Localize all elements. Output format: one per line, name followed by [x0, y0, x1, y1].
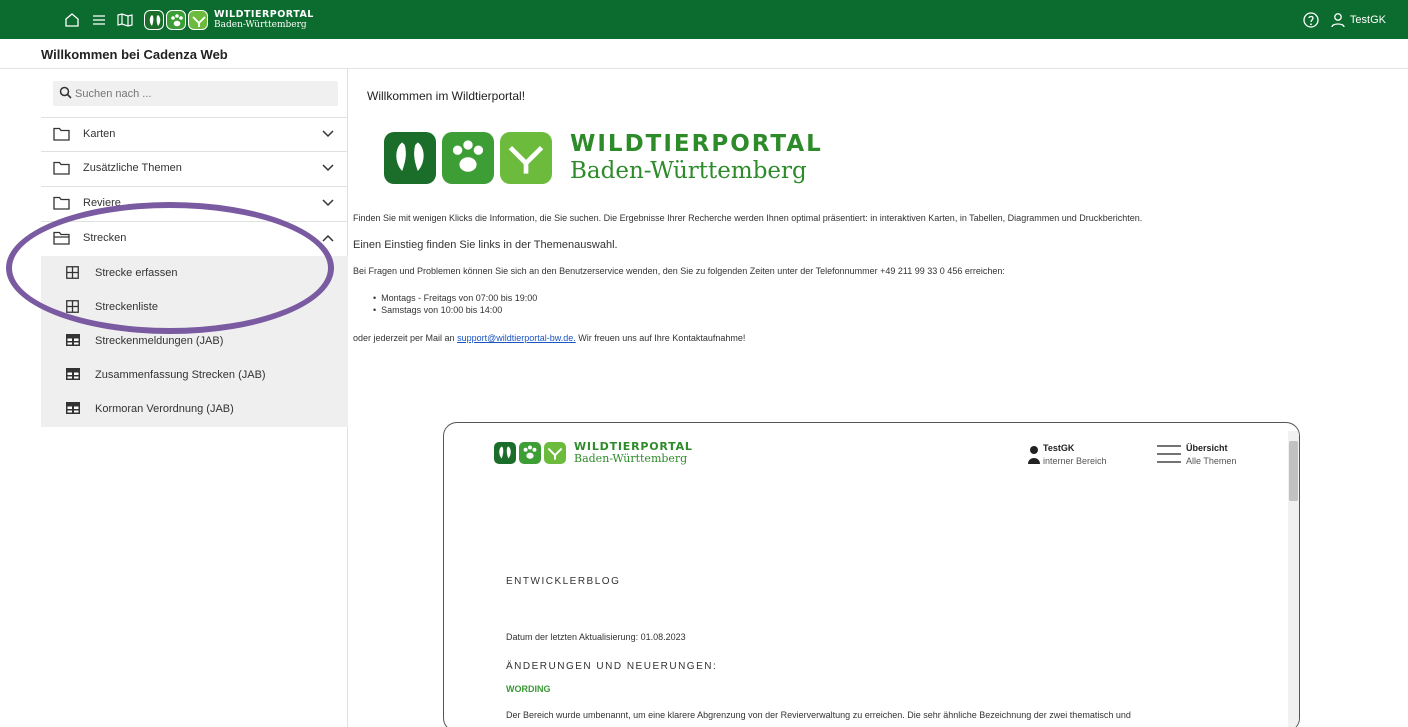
- paw-icon: [442, 132, 494, 184]
- subheader: Willkommen bei Cadenza Web: [0, 39, 1408, 69]
- page-title: Willkommen bei Cadenza Web: [41, 47, 228, 62]
- support-mail-link[interactable]: support@wildtierportal-bw.de.: [457, 333, 576, 343]
- hoof-icon: [384, 132, 436, 184]
- form-icon: [66, 300, 79, 313]
- sidebar-item-label: Strecke erfassen: [95, 267, 178, 279]
- sidebar-item-karten[interactable]: Karten: [41, 117, 348, 151]
- sidebar-item-strecke-erfassen[interactable]: Strecke erfassen: [41, 256, 348, 290]
- folder-icon: [53, 196, 70, 210]
- table-icon: [66, 402, 80, 414]
- bird-track-icon: [544, 441, 566, 464]
- folder-icon: [53, 127, 70, 141]
- scrollbar-thumb[interactable]: [1289, 441, 1298, 501]
- chevron-down-icon[interactable]: [322, 164, 334, 172]
- logo-title: WILDTIERPORTAL: [570, 131, 823, 157]
- sidebar-item-label: Reviere: [83, 197, 121, 209]
- chevron-up-icon[interactable]: [322, 234, 334, 242]
- sidebar-item-zusaetzliche-themen[interactable]: Zusätzliche Themen: [41, 151, 348, 185]
- sidebar-item-label: Streckenmeldungen (JAB): [95, 335, 224, 347]
- hours-list: Montags - Freitags von 07:00 bis 19:00 S…: [373, 292, 537, 316]
- search-input[interactable]: [75, 81, 330, 106]
- top-bar: WILDTIERPORTAL Baden-Württemberg TestGK: [0, 0, 1408, 39]
- folder-icon: [53, 161, 70, 175]
- sidebar-item-streckenmeldungen[interactable]: Streckenmeldungen (JAB): [41, 324, 348, 358]
- sidebar-item-reviere[interactable]: Reviere: [41, 186, 348, 220]
- hoof-icon: [494, 441, 516, 464]
- hoof-icon: [144, 10, 164, 30]
- home-icon[interactable]: [63, 11, 81, 29]
- paw-icon: [519, 441, 541, 464]
- paw-icon: [166, 10, 186, 30]
- table-icon: [66, 368, 80, 380]
- section-body: Der Bereich wurde umbenannt, um eine kla…: [506, 710, 1131, 720]
- mail-prefix: oder jederzeit per Mail an: [353, 333, 458, 343]
- support-text: Bei Fragen und Problemen können Sie sich…: [353, 266, 1005, 276]
- main-content: Willkommen im Wildtierportal! WILDTIERPO…: [349, 69, 1408, 727]
- intro-text: Finden Sie mit wenigen Klicks die Inform…: [353, 213, 1143, 223]
- section-title: WORDING: [506, 684, 551, 694]
- logo-subtitle: Baden-Württemberg: [570, 158, 807, 184]
- hamburger-icon: [1157, 445, 1181, 463]
- map-icon[interactable]: [116, 11, 134, 29]
- frame-user-sub: interner Bereich: [1043, 456, 1107, 466]
- search-box[interactable]: [53, 81, 338, 106]
- sidebar-item-label: Karten: [83, 128, 116, 140]
- bird-track-icon: [188, 10, 208, 30]
- sidebar-item-strecken[interactable]: Strecken: [41, 221, 348, 255]
- sidebar-item-label: Strecken: [83, 232, 127, 244]
- logo-title: WILDTIERPORTAL: [214, 9, 314, 21]
- logo-subtitle: Baden-Württemberg: [214, 19, 307, 30]
- sidebar-item-kormoran-verordnung[interactable]: Kormoran Verordnung (JAB): [41, 392, 348, 426]
- search-icon: [59, 86, 72, 99]
- sidebar-item-label: Zusammenfassung Strecken (JAB): [95, 369, 266, 381]
- mail-text: oder jederzeit per Mail an support@wildt…: [353, 333, 745, 343]
- strecken-submenu: Strecke erfassen Streckenliste Streckenm…: [41, 256, 348, 427]
- sidebar-item-streckenliste[interactable]: Streckenliste: [41, 290, 348, 324]
- list-item: Montags - Freitags von 07:00 bis 19:00: [373, 292, 537, 304]
- table-icon: [66, 334, 80, 346]
- sidebar-item-label: Zusätzliche Themen: [83, 162, 182, 174]
- update-date: Datum der letzten Aktualisierung: 01.08.…: [506, 632, 686, 642]
- logo-subtitle: Baden-Württemberg: [574, 452, 688, 465]
- bird-track-icon: [500, 132, 552, 184]
- chevron-down-icon[interactable]: [322, 199, 334, 207]
- list-item: Samstags von 10:00 bis 14:00: [373, 304, 537, 316]
- chevron-down-icon[interactable]: [322, 130, 334, 138]
- logo-title: WILDTIERPORTAL: [574, 440, 693, 453]
- portal-logo: WILDTIERPORTAL Baden-Württemberg: [384, 132, 823, 184]
- form-icon: [66, 266, 79, 279]
- welcome-heading: Willkommen im Wildtierportal!: [367, 89, 526, 103]
- sidebar-item-zusammenfassung-strecken[interactable]: Zusammenfassung Strecken (JAB): [41, 358, 348, 392]
- frame-scrollbar[interactable]: [1288, 431, 1299, 727]
- user-icon: [1331, 13, 1345, 28]
- sidebar-item-label: Kormoran Verordnung (JAB): [95, 403, 234, 415]
- sidebar-item-label: Streckenliste: [95, 301, 158, 313]
- menu-icon[interactable]: [90, 11, 108, 29]
- changes-heading: ÄNDERUNGEN UND NEUERUNGEN:: [506, 661, 718, 672]
- entry-hint: Einen Einstieg finden Sie links in der T…: [353, 239, 618, 251]
- app-logo[interactable]: WILDTIERPORTAL Baden-Württemberg: [144, 7, 314, 33]
- help-icon[interactable]: [1302, 11, 1320, 29]
- user-menu[interactable]: TestGK: [1330, 12, 1386, 28]
- user-name: TestGK: [1349, 14, 1386, 26]
- embedded-blog-frame: WILDTIERPORTAL Baden-Württemberg TestGK …: [443, 422, 1300, 727]
- mail-suffix: Wir freuen uns auf Ihre Kontaktaufnahme!: [575, 333, 746, 343]
- frame-logo[interactable]: WILDTIERPORTAL Baden-Württemberg: [494, 441, 693, 464]
- folder-open-icon: [53, 231, 70, 245]
- blog-heading: ENTWICKLERBLOG: [506, 576, 621, 587]
- frame-menu-sub: Alle Themen: [1186, 456, 1237, 466]
- person-icon: [1028, 446, 1040, 464]
- sidebar: Karten Zusätzliche Themen Reviere Streck…: [41, 69, 348, 727]
- frame-menu-title: Übersicht: [1186, 443, 1228, 453]
- frame-user-name: TestGK: [1043, 443, 1075, 453]
